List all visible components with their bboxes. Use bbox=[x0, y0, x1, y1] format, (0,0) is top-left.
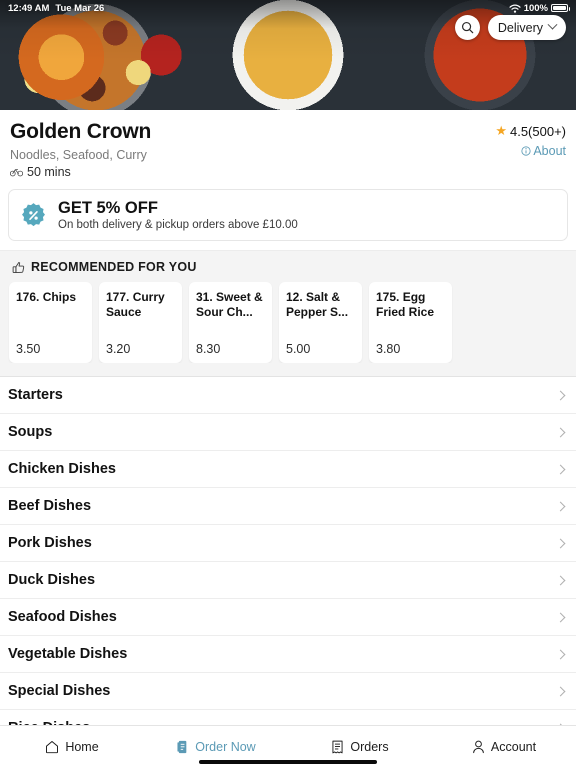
recommended-item[interactable]: 177. Curry Sauce 3.20 bbox=[99, 282, 182, 363]
category-row-soups[interactable]: Soups bbox=[0, 414, 576, 451]
tab-label: Home bbox=[65, 740, 99, 754]
hero-controls: Delivery bbox=[454, 15, 566, 40]
hero-banner: 12:49 AM Tue Mar 26 100% Delivery bbox=[0, 0, 576, 110]
recommended-item[interactable]: 176. Chips 3.50 bbox=[9, 282, 92, 363]
bicycle-icon bbox=[10, 169, 23, 177]
rating-value: 4.5(500+) bbox=[509, 123, 566, 139]
delivery-time-row: 50 mins bbox=[10, 165, 151, 179]
recommended-item[interactable]: 31. Sweet & Sour Ch... 8.30 bbox=[189, 282, 272, 363]
wifi-icon bbox=[509, 4, 521, 13]
category-label: Soups bbox=[8, 424, 53, 440]
category-row-starters[interactable]: Starters bbox=[0, 377, 576, 414]
chevron-right-icon bbox=[555, 464, 566, 474]
recommended-item-name: 177. Curry Sauce bbox=[106, 290, 165, 319]
category-label: Beef Dishes bbox=[8, 498, 92, 514]
chevron-down-icon bbox=[547, 19, 558, 30]
chevron-right-icon bbox=[555, 612, 566, 622]
chevron-right-icon bbox=[555, 390, 566, 400]
category-row-chicken-dishes[interactable]: Chicken Dishes bbox=[0, 451, 576, 488]
recommended-item-price: 3.20 bbox=[106, 342, 131, 356]
home-icon bbox=[46, 741, 59, 754]
category-row-beef-dishes[interactable]: Beef Dishes bbox=[0, 488, 576, 525]
category-label: Pork Dishes bbox=[8, 535, 92, 551]
receipt-icon bbox=[332, 740, 343, 754]
tab-home[interactable]: Home bbox=[0, 740, 144, 754]
chevron-right-icon bbox=[555, 501, 566, 511]
tab-order-now[interactable]: Order Now bbox=[144, 740, 288, 754]
person-icon bbox=[473, 740, 484, 754]
battery-full-icon bbox=[551, 4, 570, 12]
restaurant-cuisine-tags: Noodles, Seafood, Curry bbox=[10, 148, 147, 162]
tab-account[interactable]: Account bbox=[432, 740, 576, 754]
chevron-right-icon bbox=[555, 686, 566, 696]
recommended-section: RECOMMENDED FOR YOU 176. Chips 3.50 177.… bbox=[0, 250, 576, 377]
thumbs-up-icon bbox=[12, 261, 25, 273]
chevron-right-icon bbox=[555, 427, 566, 437]
tab-orders[interactable]: Orders bbox=[288, 740, 432, 754]
promo-subtitle: On both delivery & pickup orders above £… bbox=[58, 219, 298, 231]
star-icon: ★ bbox=[495, 123, 507, 138]
status-date: Tue Mar 26 bbox=[55, 2, 105, 14]
recommended-item-price: 3.80 bbox=[376, 342, 401, 356]
recommended-item-name: 12. Salt & Pepper S... bbox=[286, 290, 349, 319]
status-bar: 12:49 AM Tue Mar 26 100% bbox=[0, 0, 576, 16]
search-icon bbox=[461, 21, 474, 34]
recommended-item-name: 31. Sweet & Sour Ch... bbox=[196, 290, 263, 319]
menu-category-list: Starters Soups Chicken Dishes Beef Dishe… bbox=[0, 377, 576, 725]
bottom-tab-bar: Home Order Now Orders Account bbox=[0, 725, 576, 768]
status-time: 12:49 AM bbox=[8, 2, 50, 14]
chevron-right-icon bbox=[555, 649, 566, 659]
restaurant-name: Golden Crown bbox=[10, 120, 152, 143]
rating-badge: ★ 4.5(500+) bbox=[495, 123, 566, 139]
tab-label: Account bbox=[490, 740, 537, 754]
about-link[interactable]: About bbox=[521, 144, 566, 158]
delivery-mode-dropdown[interactable]: Delivery bbox=[487, 15, 566, 40]
recommended-item-price: 5.00 bbox=[286, 342, 311, 356]
recommended-item[interactable]: 175. Egg Fried Rice 3.80 bbox=[369, 282, 452, 363]
recommended-item-price: 8.30 bbox=[196, 342, 221, 356]
recommended-title: RECOMMENDED FOR YOU bbox=[31, 260, 197, 274]
category-label: Starters bbox=[8, 387, 63, 403]
delivery-mode-label: Delivery bbox=[497, 20, 543, 35]
promo-section: GET 5% OFF On both delivery & pickup ord… bbox=[0, 189, 576, 250]
tab-label: Order Now bbox=[195, 740, 256, 754]
order-note-icon bbox=[177, 740, 187, 754]
category-row-special-dishes[interactable]: Special Dishes bbox=[0, 673, 576, 710]
category-label: Seafood Dishes bbox=[8, 609, 117, 625]
category-label: Special Dishes bbox=[8, 683, 111, 699]
promo-card[interactable]: GET 5% OFF On both delivery & pickup ord… bbox=[8, 189, 568, 241]
restaurant-menu-screen: 12:49 AM Tue Mar 26 100% Delivery Golden… bbox=[0, 0, 576, 768]
recommended-item[interactable]: 12. Salt & Pepper S... 5.00 bbox=[279, 282, 362, 363]
chevron-right-icon bbox=[555, 575, 566, 585]
category-row-seafood-dishes[interactable]: Seafood Dishes bbox=[0, 599, 576, 636]
category-row-vegetable-dishes[interactable]: Vegetable Dishes bbox=[0, 636, 576, 673]
percent-badge-icon bbox=[20, 202, 47, 229]
promo-title: GET 5% OFF bbox=[58, 199, 158, 217]
about-label: About bbox=[533, 144, 566, 158]
recommended-list[interactable]: 176. Chips 3.50 177. Curry Sauce 3.20 31… bbox=[0, 282, 576, 363]
chevron-right-icon bbox=[555, 538, 566, 548]
tab-label: Orders bbox=[350, 740, 389, 754]
recommended-item-name: 175. Egg Fried Rice bbox=[376, 290, 435, 319]
info-circle-icon bbox=[521, 146, 531, 156]
category-row-duck-dishes[interactable]: Duck Dishes bbox=[0, 562, 576, 599]
recommended-item-name: 176. Chips bbox=[16, 290, 77, 304]
search-button[interactable] bbox=[454, 15, 480, 40]
home-indicator bbox=[199, 760, 377, 764]
category-label: Chicken Dishes bbox=[8, 461, 116, 477]
category-label: Vegetable Dishes bbox=[8, 646, 128, 662]
recommended-item-price: 3.50 bbox=[16, 342, 41, 356]
recommended-header: RECOMMENDED FOR YOU bbox=[0, 260, 576, 282]
category-row-pork-dishes[interactable]: Pork Dishes bbox=[0, 525, 576, 562]
category-label: Duck Dishes bbox=[8, 572, 96, 588]
restaurant-info: Golden Crown Noodles, Seafood, Curry 50 … bbox=[0, 110, 576, 189]
category-row-rice-dishes[interactable]: Rice Dishes bbox=[0, 710, 576, 725]
delivery-time-label: 50 mins bbox=[27, 165, 71, 179]
battery-percent: 100% bbox=[523, 2, 548, 14]
